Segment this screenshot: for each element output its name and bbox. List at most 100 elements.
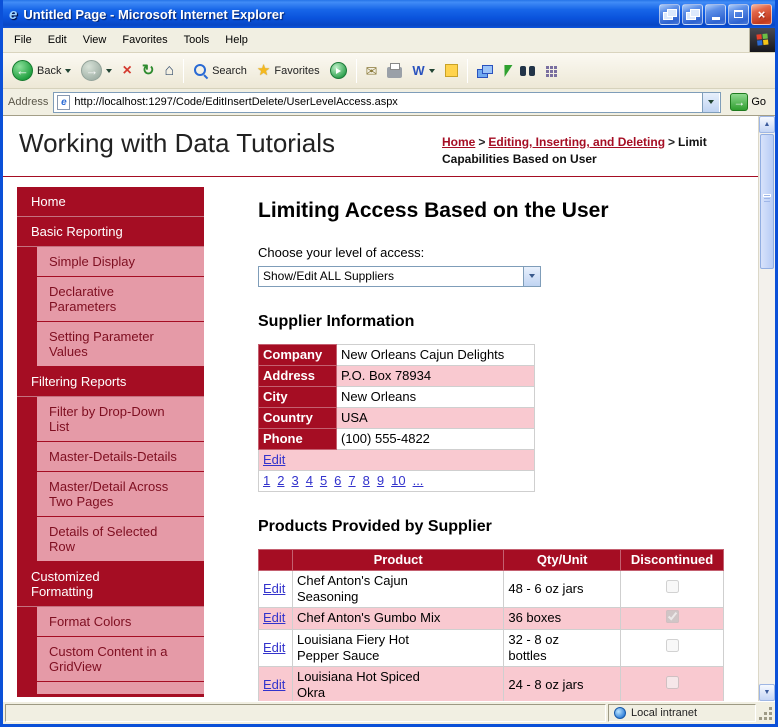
- breadcrumb-section-link[interactable]: Editing, Inserting, and Deleting: [488, 135, 665, 149]
- breadcrumb-home-link[interactable]: Home: [442, 135, 475, 149]
- back-button[interactable]: ← Back: [8, 57, 75, 84]
- plugin-button-4[interactable]: [541, 62, 561, 80]
- media-button[interactable]: [326, 59, 351, 82]
- pager-link-3[interactable]: 3: [291, 473, 298, 488]
- products-header-row: Product Qty/Unit Discontinued: [258, 548, 724, 571]
- sidebar-item-filter-by-drop-down-list[interactable]: Filter by Drop-Down List: [37, 396, 204, 442]
- discuss-button[interactable]: [441, 61, 462, 80]
- access-level-label: Choose your level of access:: [258, 244, 425, 260]
- sidebar-item-format-colors[interactable]: Format Colors: [37, 606, 204, 637]
- supplier-field-name: Phone: [258, 427, 337, 450]
- pager-link-10[interactable]: 10: [391, 473, 405, 488]
- stop-button[interactable]: ×: [118, 60, 135, 82]
- forward-dropdown-icon: [106, 68, 113, 73]
- supplier-pager: 1 2 3 4 5 6 7 8 9 10...: [258, 469, 535, 492]
- address-input[interactable]: e http://localhost:1297/Code/EditInsertD…: [53, 91, 722, 113]
- sidebar-item-details-of-selected-row[interactable]: Details of Selected Row: [37, 516, 204, 562]
- access-level-selected-value: Show/Edit ALL Suppliers: [263, 269, 394, 284]
- pager-link-9[interactable]: 9: [377, 473, 384, 488]
- menu-favorites[interactable]: Favorites: [114, 29, 175, 51]
- menu-tools[interactable]: Tools: [176, 29, 218, 51]
- sidebar-item-cutoff[interactable]: [37, 681, 204, 694]
- product-edit-link[interactable]: Edit: [263, 581, 285, 596]
- product-edit-link[interactable]: Edit: [263, 610, 285, 625]
- window-utility-button-2[interactable]: [682, 3, 703, 25]
- print-button[interactable]: [383, 61, 406, 81]
- sidebar-item-custom-content-in-a-gridview[interactable]: Custom Content in a GridView: [37, 636, 204, 682]
- pager-link-7[interactable]: 7: [348, 473, 355, 488]
- window-title: Untitled Page - Microsoft Internet Explo…: [23, 6, 285, 22]
- scroll-down-button[interactable]: ▼: [759, 684, 775, 701]
- select-arrow-button[interactable]: [523, 266, 540, 286]
- search-button[interactable]: Search: [189, 60, 251, 81]
- favorites-button[interactable]: ★ Favorites: [253, 60, 324, 81]
- sidebar-item-basic-reporting[interactable]: Basic Reporting: [17, 216, 204, 247]
- sidebar-item-master-detail-across-two-pages[interactable]: Master/Detail Across Two Pages: [37, 471, 204, 517]
- go-button[interactable]: → Go: [726, 92, 770, 112]
- plugin-button-2[interactable]: [498, 62, 514, 80]
- supplier-field-name: Company: [258, 343, 337, 366]
- go-arrow-icon: →: [730, 93, 749, 111]
- menu-file[interactable]: File: [6, 29, 40, 51]
- scroll-up-button[interactable]: ▲: [759, 116, 775, 133]
- sidebar-nav: Home Basic Reporting Simple Display Decl…: [17, 186, 204, 697]
- pager-link-2[interactable]: 2: [277, 473, 284, 488]
- pager-link-1[interactable]: 1: [263, 473, 270, 488]
- close-button[interactable]: ×: [751, 3, 772, 25]
- sidebar-item-simple-display[interactable]: Simple Display: [37, 246, 204, 277]
- main-content: Limiting Access Based on the User Choose…: [204, 187, 758, 701]
- home-button[interactable]: ⌂: [160, 60, 178, 82]
- supplier-field-name: Country: [258, 406, 337, 429]
- local-intranet-icon: [614, 707, 626, 719]
- mail-button[interactable]: ✉: [362, 61, 382, 81]
- vertical-scrollbar[interactable]: ▲ ▼: [758, 116, 775, 701]
- menu-bar: File Edit View Favorites Tools Help: [3, 28, 775, 53]
- menu-help[interactable]: Help: [217, 29, 256, 51]
- menu-edit[interactable]: Edit: [40, 29, 75, 51]
- site-header: Working with Data Tutorials Home > Editing…: [3, 116, 758, 177]
- pager-link-5[interactable]: 5: [320, 473, 327, 488]
- menu-view[interactable]: View: [75, 29, 115, 51]
- refresh-button[interactable]: ↻: [138, 60, 159, 81]
- product-qty: 36 boxes: [503, 606, 622, 630]
- title-bar[interactable]: e Untitled Page - Microsoft Internet Exp…: [3, 0, 775, 28]
- products-header-qty: Qty/Unit: [503, 548, 622, 571]
- toolbar-separator: [466, 58, 468, 83]
- plugin-button-3[interactable]: [516, 63, 539, 79]
- dual-monitor-icon: [663, 9, 677, 20]
- sidebar-item-setting-parameter-values[interactable]: Setting Parameter Values: [37, 321, 204, 367]
- sidebar-item-master-details-details[interactable]: Master-Details-Details: [37, 441, 204, 472]
- pager-link-more[interactable]: ...: [413, 473, 424, 488]
- maximize-button[interactable]: [728, 3, 749, 25]
- minimize-button[interactable]: [705, 3, 726, 25]
- standard-buttons-toolbar: ← Back → × ↻ ⌂ Search ★ Favorites ✉ W: [3, 53, 775, 89]
- window-utility-button-1[interactable]: [659, 3, 680, 25]
- sidebar-item-customized-formatting[interactable]: Customized Formatting: [17, 561, 204, 607]
- pager-link-6[interactable]: 6: [334, 473, 341, 488]
- browser-viewport: Working with Data Tutorials Home > Editing…: [3, 116, 775, 701]
- access-level-select[interactable]: Show/Edit ALL Suppliers: [258, 265, 541, 287]
- address-dropdown-button[interactable]: [702, 92, 720, 112]
- resize-grip[interactable]: [758, 704, 774, 722]
- web-page: Working with Data Tutorials Home > Editing…: [3, 116, 758, 701]
- supplier-edit-link[interactable]: Edit: [263, 452, 285, 467]
- media-icon: [329, 62, 347, 79]
- sidebar-item-declarative-parameters[interactable]: Declarative Parameters: [37, 276, 204, 322]
- discontinued-checkbox: [665, 676, 679, 690]
- product-edit-link[interactable]: Edit: [263, 640, 285, 655]
- windows-flag-icon: [755, 33, 769, 46]
- product-name: Chef Anton's Cajun Seasoning: [291, 569, 505, 608]
- pager-link-8[interactable]: 8: [363, 473, 370, 488]
- monitors-icon: [476, 64, 493, 78]
- home-icon: ⌂: [164, 61, 175, 79]
- supplier-field-value: P.O. Box 78934: [336, 364, 535, 387]
- supplier-row: Country USA: [258, 406, 535, 429]
- sidebar-item-filtering-reports[interactable]: Filtering Reports: [17, 366, 204, 397]
- product-edit-link[interactable]: Edit: [263, 677, 285, 692]
- forward-button[interactable]: →: [77, 57, 116, 84]
- plugin-button-1[interactable]: [473, 62, 496, 80]
- pager-link-4[interactable]: 4: [306, 473, 313, 488]
- edit-button[interactable]: W: [408, 61, 438, 80]
- sidebar-item-home[interactable]: Home: [17, 186, 204, 217]
- scroll-thumb[interactable]: [760, 134, 774, 269]
